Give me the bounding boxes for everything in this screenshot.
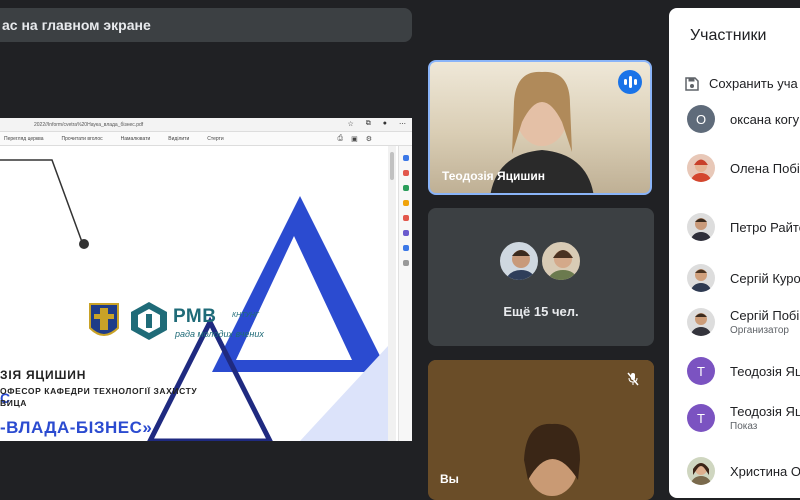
participant-role: Показ <box>730 421 758 432</box>
browser-url: 2022//Inform/cvetra%20Наука_влада_бізнес… <box>34 121 144 128</box>
pdf-slide: РМВ КНТУНГ рада молодих вчених С -ВЛАДА-… <box>0 146 388 441</box>
speaker-name: Теодозія Яцишин <box>442 169 546 183</box>
participant-avatar <box>687 264 715 292</box>
rmv-council-label: рада молодих вчених <box>175 329 264 339</box>
participant-avatar: T <box>687 404 715 432</box>
participant-row[interactable]: T Теодозія Яц <box>687 357 800 385</box>
participant-avatar: T <box>687 357 715 385</box>
slide-speaker-city: ВИЦА <box>0 398 27 408</box>
participant-row[interactable]: Сергій Побі Организатор <box>687 308 799 336</box>
participant-avatar <box>687 308 715 336</box>
participant-role: Организатор <box>730 325 789 336</box>
profile-icon: ● <box>382 120 387 127</box>
presenting-banner-text: ас на главном экране <box>2 17 151 33</box>
participant-avatar: O <box>687 105 715 133</box>
participant-name: Олена Побі <box>730 160 800 176</box>
browser-sidebar <box>398 146 412 441</box>
pdf-toolbar: Перегляд церква Прочитати вголос Намалюв… <box>0 132 412 146</box>
window-controls: ☆ ⧉ ● ⋯ <box>347 120 406 128</box>
participant-row[interactable]: O оксана когу <box>687 105 799 133</box>
speaker-video-tile[interactable]: Теодозія Яцишин <box>428 60 652 195</box>
browser-address-bar: 2022//Inform/cvetra%20Наука_влада_бізнес… <box>0 118 412 132</box>
slide-speaker-name: ЗІЯ ЯЦИШИН <box>0 368 87 382</box>
settings-icon: ⚙ <box>365 135 372 143</box>
participant-name: оксана когу <box>730 111 800 127</box>
participant-avatar <box>540 240 582 282</box>
participant-avatar <box>687 457 715 485</box>
pdf-tool-item: Намалювати <box>120 135 151 142</box>
participant-row[interactable]: Петро Райте <box>687 213 800 241</box>
more-participants-label: Ещё 15 чел. <box>503 304 579 319</box>
save-icon <box>685 76 699 91</box>
print-icon: ⎙ <box>337 134 344 142</box>
participant-name: Сергій Куро <box>730 270 800 286</box>
more-participants-tile[interactable]: Ещё 15 чел. <box>428 208 654 346</box>
rmv-subtitle: КНТУНГ <box>232 312 259 319</box>
save-participants-button[interactable]: Сохранить уча <box>685 76 798 91</box>
pdf-scrollbar[interactable] <box>388 146 396 441</box>
pdf-tool-item: Перегляд церква <box>4 135 44 142</box>
presenting-banner: ас на главном экране <box>0 8 412 42</box>
participants-panel: Участники Сохранить уча O оксана когу Ол… <box>669 8 800 498</box>
pdf-tool-item: Стерти <box>207 135 224 142</box>
slide-speaker-role: ОФЕСОР КАФЕДРИ ТЕХНОЛОГІЇ ЗАХИСТУ <box>0 386 198 396</box>
participant-name: Петро Райте <box>730 219 800 235</box>
pdf-tool-item: Прочитати вголос <box>61 135 103 142</box>
mic-off-icon <box>627 372 639 386</box>
speaking-indicator-icon <box>618 70 642 94</box>
save-participants-label: Сохранить уча <box>709 76 798 91</box>
participant-avatar <box>687 213 715 241</box>
participant-name: Теодозія Яц <box>730 404 800 419</box>
slide-decoration <box>0 159 388 441</box>
participant-name: Христина О <box>730 463 800 479</box>
participant-row[interactable]: Олена Побі <box>687 154 800 182</box>
participant-row[interactable]: T Теодозія Яц Показ <box>687 404 800 432</box>
participant-row[interactable]: Сергій Куро <box>687 264 800 292</box>
participant-name: Сергій Побі <box>730 308 800 323</box>
rmv-logo-icon <box>131 302 167 340</box>
more-icon: ⋯ <box>399 121 406 128</box>
university-crest-icon <box>89 303 119 336</box>
self-silhouette <box>428 360 654 500</box>
self-video-tile[interactable]: Вы <box>428 360 654 500</box>
participant-avatar <box>687 154 715 182</box>
participant-name: Теодозія Яц <box>730 363 800 379</box>
slide-heading: -ВЛАДА-БІЗНЕС» <box>0 418 153 437</box>
self-name: Вы <box>440 472 459 486</box>
presented-screen: 2022//Inform/cvetra%20Наука_влада_бізнес… <box>0 118 412 441</box>
favorites-icon: ☆ <box>347 121 354 128</box>
rmv-title: РМВ <box>173 306 217 327</box>
participant-row[interactable]: Христина О <box>687 457 800 485</box>
pdf-tool-item: Виділити <box>168 135 190 142</box>
save-icon: ▣ <box>351 135 358 143</box>
panel-title: Участники <box>690 27 767 44</box>
participant-avatar <box>498 240 540 282</box>
collections-icon: ⧉ <box>365 120 371 127</box>
